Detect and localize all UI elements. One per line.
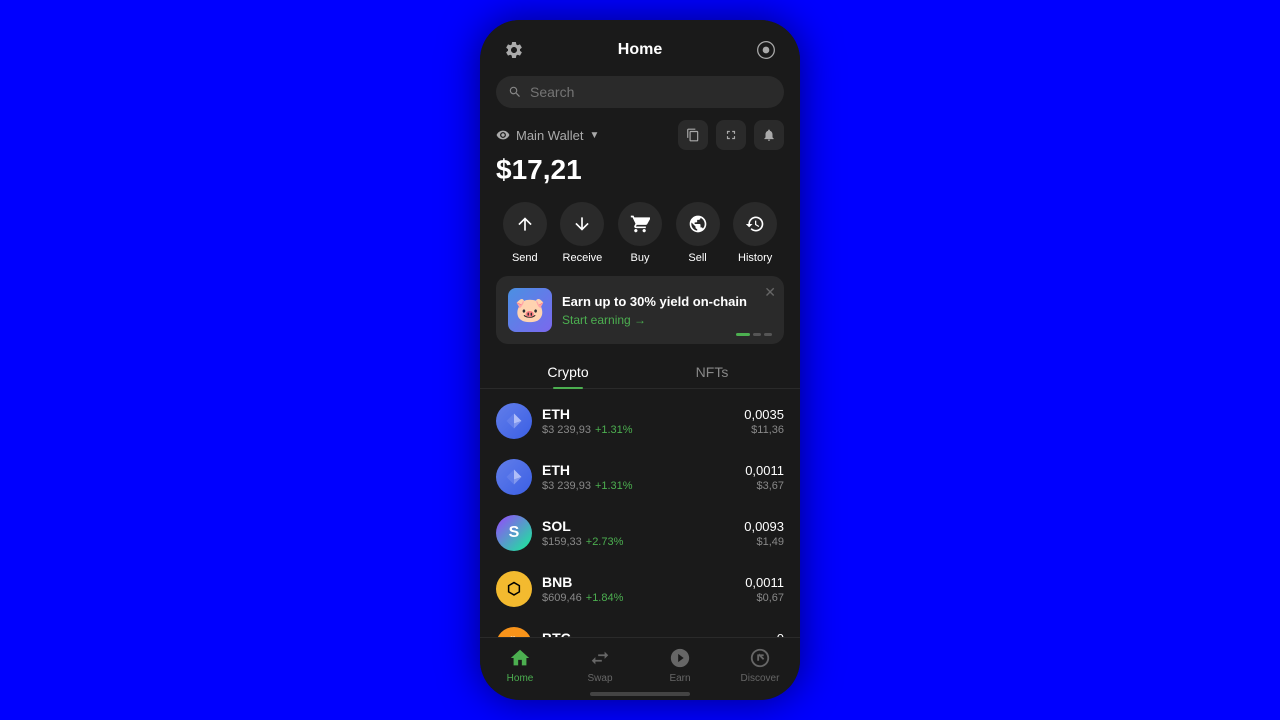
- action-history[interactable]: History: [733, 202, 777, 264]
- search-icon: [508, 85, 522, 99]
- home-indicator: [590, 692, 690, 696]
- bell-button[interactable]: [754, 120, 784, 150]
- receive-icon-btn: [560, 202, 604, 246]
- swap-nav-icon: [588, 646, 612, 670]
- sell-icon-btn: [676, 202, 720, 246]
- tab-crypto[interactable]: Crypto: [496, 356, 640, 388]
- token-amounts-eth1: 0,0035 $11,36: [744, 407, 784, 436]
- home-nav-icon: [508, 646, 532, 670]
- token-icon-sol: S: [496, 515, 532, 551]
- phone-container: Home Main Wallet ▼: [480, 20, 800, 700]
- nav-home[interactable]: Home: [480, 646, 560, 684]
- asset-tabs: Crypto NFTs: [480, 356, 800, 389]
- dot-inactive-2: [764, 333, 772, 336]
- token-icon-bnb: ⬡: [496, 571, 532, 607]
- header: Home: [480, 20, 800, 72]
- banner-image: 🐷: [508, 288, 552, 332]
- wallet-actions: [678, 120, 784, 150]
- action-buy[interactable]: Buy: [618, 202, 662, 264]
- token-item-btc[interactable]: ₿ BTC $66 772,76 +0.33% 0 $0,00: [496, 617, 784, 637]
- token-item-eth2[interactable]: ETH $3 239,93 +1.31% 0,0011 $3,67: [496, 449, 784, 505]
- token-info-sol: SOL $159,33 +2.73%: [542, 518, 734, 548]
- tab-nfts[interactable]: NFTs: [640, 356, 784, 388]
- banner-link[interactable]: Start earning →: [562, 313, 772, 327]
- token-info-btc: BTC $66 772,76 +0.33%: [542, 630, 746, 637]
- token-item-bnb[interactable]: ⬡ BNB $609,46 +1.84% 0,0011 $0,67: [496, 561, 784, 617]
- expand-button[interactable]: [716, 120, 746, 150]
- quick-actions: Send Receive Buy Sell: [480, 194, 800, 276]
- token-amounts-sol: 0,0093 $1,49: [744, 519, 784, 548]
- wallet-section: Main Wallet ▼: [480, 116, 800, 194]
- wallet-label[interactable]: Main Wallet ▼: [496, 128, 599, 143]
- wallet-balance: $17,21: [496, 154, 784, 186]
- token-icon-eth1: [496, 403, 532, 439]
- eye-icon: [496, 128, 510, 142]
- banner-title: Earn up to 30% yield on-chain: [562, 294, 772, 309]
- token-amounts-bnb: 0,0011 $0,67: [745, 575, 784, 604]
- earn-banner: 🐷 Earn up to 30% yield on-chain Start ea…: [496, 276, 784, 344]
- action-sell[interactable]: Sell: [676, 202, 720, 264]
- header-title: Home: [618, 41, 662, 59]
- token-icon-btc: ₿: [496, 627, 532, 637]
- nav-swap[interactable]: Swap: [560, 646, 640, 684]
- dot-inactive-1: [753, 333, 761, 336]
- search-input[interactable]: [530, 84, 772, 100]
- token-icon-eth2: [496, 459, 532, 495]
- search-bar[interactable]: [496, 76, 784, 108]
- copy-button[interactable]: [678, 120, 708, 150]
- banner-text: Earn up to 30% yield on-chain Start earn…: [562, 294, 772, 327]
- token-info-eth2: ETH $3 239,93 +1.31%: [542, 462, 735, 492]
- settings-icon[interactable]: [500, 36, 528, 64]
- token-item-eth1[interactable]: ETH $3 239,93 +1.31% 0,0035 $11,36: [496, 393, 784, 449]
- nav-discover[interactable]: Discover: [720, 646, 800, 684]
- token-list: ETH $3 239,93 +1.31% 0,0035 $11,36 ETH $…: [480, 393, 800, 637]
- token-item-sol[interactable]: S SOL $159,33 +2.73% 0,0093 $1,49: [496, 505, 784, 561]
- nav-earn[interactable]: Earn: [640, 646, 720, 684]
- cast-icon[interactable]: [752, 36, 780, 64]
- token-info-eth1: ETH $3 239,93 +1.31%: [542, 406, 734, 436]
- dot-active: [736, 333, 750, 336]
- discover-nav-icon: [748, 646, 772, 670]
- send-icon-btn: [503, 202, 547, 246]
- token-info-bnb: BNB $609,46 +1.84%: [542, 574, 735, 604]
- banner-dots: [736, 333, 772, 336]
- earn-nav-icon: [668, 646, 692, 670]
- history-icon-btn: [733, 202, 777, 246]
- buy-icon-btn: [618, 202, 662, 246]
- bottom-nav: Home Swap Earn Discover: [480, 637, 800, 688]
- action-receive[interactable]: Receive: [560, 202, 604, 264]
- token-amounts-eth2: 0,0011 $3,67: [745, 463, 784, 492]
- action-send[interactable]: Send: [503, 202, 547, 264]
- banner-close-button[interactable]: ✕: [764, 284, 776, 301]
